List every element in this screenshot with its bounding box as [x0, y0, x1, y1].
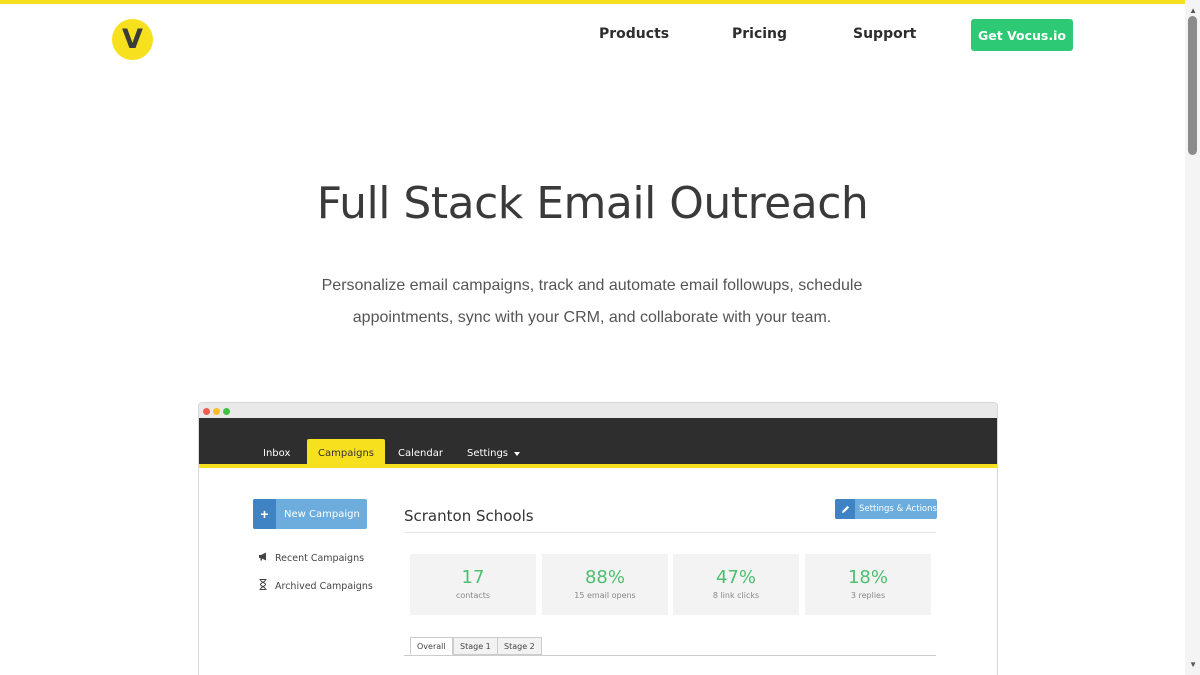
- hero-subtitle: Personalize email campaigns, track and a…: [292, 270, 892, 334]
- sidebar-item-recent[interactable]: Recent Campaigns: [257, 552, 364, 564]
- app-navbar: Inbox Campaigns Calendar Settings: [199, 418, 997, 468]
- stat-value: 88%: [584, 567, 625, 588]
- stat-opens: 88% 15 email opens: [542, 554, 668, 615]
- tab-settings-label: Settings: [467, 448, 509, 459]
- scroll-down-icon[interactable]: ▼: [1189, 660, 1197, 669]
- scrollbar-thumb[interactable]: [1188, 16, 1197, 155]
- nav-pricing[interactable]: Pricing: [732, 26, 787, 42]
- sidebar-item-label: Recent Campaigns: [275, 552, 365, 564]
- campaign-title: Scranton Schools: [404, 507, 534, 525]
- stage-tab-overall[interactable]: Overall: [410, 637, 453, 655]
- stat-value: 18%: [847, 567, 888, 588]
- new-campaign-label: New Campaign: [284, 508, 360, 520]
- tab-settings[interactable]: Settings: [456, 439, 531, 468]
- minimize-dot-icon: [213, 408, 220, 415]
- tab-campaigns[interactable]: Campaigns: [307, 439, 386, 468]
- stat-label: 8 link clicks: [712, 591, 760, 600]
- hourglass-icon: [257, 579, 269, 593]
- stat-replies: 18% 3 replies: [805, 554, 931, 615]
- app-screenshot-mockup: Inbox Campaigns Calendar Settings + New …: [198, 402, 998, 675]
- page-scrollbar[interactable]: ▲ ▼: [1185, 0, 1200, 675]
- hero-title: Full Stack Email Outreach: [316, 178, 869, 229]
- divider: [404, 532, 936, 533]
- stat-value: 47%: [715, 567, 756, 588]
- new-campaign-button[interactable]: + New Campaign: [253, 499, 367, 529]
- tab-inbox[interactable]: Inbox: [252, 439, 301, 468]
- stat-label: 15 email opens: [574, 591, 636, 600]
- hero-subtitle-line-1: Personalize email campaigns, track and a…: [321, 277, 863, 294]
- stat-label: 3 replies: [850, 591, 886, 600]
- megaphone-icon: [257, 552, 269, 564]
- sidebar-item-label: Archived Campaigns: [275, 580, 373, 592]
- close-dot-icon: [203, 408, 210, 415]
- stage-tab-1[interactable]: Stage 1: [453, 637, 498, 655]
- vocus-logo[interactable]: V: [112, 19, 153, 60]
- get-vocus-button[interactable]: Get Vocus.io: [971, 19, 1073, 51]
- stage-tabs-divider: [404, 655, 936, 656]
- nav-products[interactable]: Products: [599, 26, 669, 42]
- pencil-icon: [835, 499, 855, 519]
- stat-value: 17: [461, 567, 485, 588]
- stat-label: contacts: [455, 591, 491, 600]
- tab-calendar[interactable]: Calendar: [387, 439, 454, 468]
- plus-icon: +: [253, 499, 276, 529]
- top-accent-bar: [0, 0, 1200, 4]
- settings-actions-button[interactable]: Settings & Actions: [835, 499, 937, 519]
- maximize-dot-icon: [223, 408, 230, 415]
- stat-contacts: 17 contacts: [410, 554, 536, 615]
- scroll-up-icon[interactable]: ▲: [1189, 6, 1197, 15]
- nav-support[interactable]: Support: [853, 26, 916, 42]
- sidebar-item-archived[interactable]: Archived Campaigns: [257, 579, 373, 593]
- settings-actions-label: Settings & Actions: [859, 504, 937, 514]
- stat-clicks: 47% 8 link clicks: [673, 554, 799, 615]
- stage-tab-2[interactable]: Stage 2: [497, 637, 542, 655]
- window-chrome: [199, 403, 997, 418]
- logo-letter: V: [122, 24, 143, 55]
- hero-subtitle-line-2: appointments, sync with your CRM, and co…: [352, 309, 832, 326]
- chevron-down-icon: [514, 451, 521, 456]
